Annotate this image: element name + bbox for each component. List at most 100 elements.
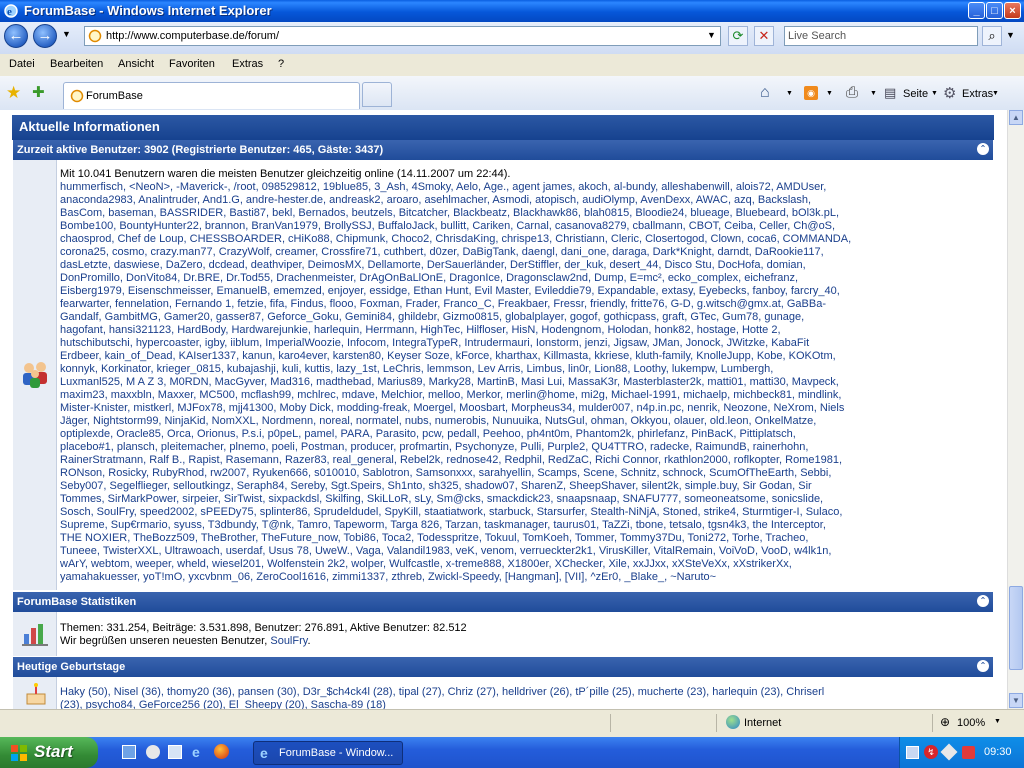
network-icon[interactable] xyxy=(906,746,919,759)
online-user-line[interactable]: RainerStratmann, Ralf B., Rapist, Rasema… xyxy=(60,454,988,467)
taskbar-item-forumbase[interactable]: e ForumBase - Window... xyxy=(253,741,403,765)
ie-quicklaunch-icon[interactable]: e xyxy=(192,744,200,760)
collapse-icon[interactable]: ⌃ xyxy=(977,660,989,672)
tab-forumbase[interactable]: ForumBase xyxy=(63,82,360,109)
online-user-list: hummerfisch, <NeoN>, -Maverick-, /root, … xyxy=(60,181,988,584)
scroll-up-icon[interactable]: ▲ xyxy=(1009,110,1023,125)
search-placeholder: Live Search xyxy=(788,30,847,42)
status-bar xyxy=(0,709,1024,738)
users-group-icon xyxy=(23,362,47,388)
online-user-line[interactable]: yamahakuesser, yoT!mO, yxcvbnm_06, ZeroC… xyxy=(60,571,988,584)
svg-text:e: e xyxy=(7,6,12,18)
start-label: Start xyxy=(34,742,73,761)
online-user-line[interactable]: Sosch, SoulFry, speed2002, sPEEDy75, spl… xyxy=(60,506,988,519)
home-dropdown-icon[interactable]: ▼ xyxy=(786,90,793,97)
explorer-icon[interactable] xyxy=(168,745,182,759)
address-url: http://www.computerbase.de/forum/ xyxy=(106,30,280,42)
zoom-level[interactable]: 100% xyxy=(957,717,985,729)
start-button[interactable]: Start xyxy=(0,737,98,768)
newest-member-prefix: Wir begrüßen unseren neuesten Benutzer, xyxy=(60,635,271,647)
online-user-line[interactable]: hagofant, hansi321123, HardBody, Hardwar… xyxy=(60,324,988,337)
address-field[interactable]: http://www.computerbase.de/forum/ ▼ xyxy=(84,26,721,46)
online-user-line[interactable]: hutschibutschi, hypercoaster, igby, iibl… xyxy=(60,337,988,350)
online-user-line[interactable]: Seby007, Segelflieger, selloutkingz, Ser… xyxy=(60,480,988,493)
print-dropdown-icon[interactable]: ▼ xyxy=(870,90,877,97)
online-user-line[interactable]: Luxmanl525, M A Z 3, M0RDN, MacGyver, Ma… xyxy=(60,376,988,389)
search-input[interactable]: Live Search xyxy=(784,26,978,46)
search-options-icon[interactable]: ▼ xyxy=(1006,30,1015,40)
collapse-icon[interactable]: ⌃ xyxy=(977,595,989,607)
tray-alert-icon[interactable] xyxy=(962,746,975,759)
print-icon[interactable]: ⎙ xyxy=(846,84,858,101)
online-user-line[interactable]: konnyk, Korkinator, krieger_0815, kubaja… xyxy=(60,363,988,376)
online-user-line[interactable]: dasLetzte, daswiese, DaZero, dcdead, dea… xyxy=(60,259,988,272)
search-icon: ⌕ xyxy=(988,28,996,43)
menu-bearbeiten[interactable]: Bearbeiten xyxy=(50,58,103,70)
online-user-line[interactable]: chaosprod, Chef de Loup, CHESSBOARDER, c… xyxy=(60,233,988,246)
tray-app-icon[interactable] xyxy=(940,743,958,761)
menu-favoriten[interactable]: Favoriten xyxy=(169,58,215,70)
online-user-line[interactable]: Erdbeer, kain_of_Dead, KAIser1337, kanun… xyxy=(60,350,988,363)
add-favorite-icon[interactable]: ✚ xyxy=(32,83,45,101)
online-user-line[interactable]: corona25, cosmo, crazy.man77, CrazyWolf,… xyxy=(60,246,988,259)
online-user-line[interactable]: Bombe100, BountyHunter22, brannon, BranV… xyxy=(60,220,988,233)
rss-feed-icon[interactable]: ◉ xyxy=(804,86,818,100)
online-user-line[interactable]: Gandalf, GambitMG, Gamer20, gasser87, Ge… xyxy=(60,311,988,324)
history-dropdown-icon[interactable]: ▼ xyxy=(62,29,71,39)
firefox-icon[interactable] xyxy=(214,744,229,759)
minimize-button[interactable]: _ xyxy=(968,2,985,19)
online-user-line[interactable]: THE NOXIER, TheBozz509, TheBrother, TheF… xyxy=(60,532,988,545)
online-user-line[interactable]: wArY, webtom, weeper, wheld, wiesel201, … xyxy=(60,558,988,571)
active-users-text: Mit 10.041 Benutzern waren die meisten B… xyxy=(60,168,988,584)
vertical-scrollbar[interactable]: ▲ ▼ xyxy=(1007,110,1024,709)
favorites-star-icon[interactable]: ★ xyxy=(6,83,21,103)
menu-extras[interactable]: Extras xyxy=(232,58,263,70)
online-user-line[interactable]: Eisberg1979, Eisenschmeisser, EmanuelB, … xyxy=(60,285,988,298)
refresh-button[interactable]: ⟳ xyxy=(728,26,748,46)
online-user-line[interactable]: Tuneee, TwisterXXL, Ultrawoach, userdaf,… xyxy=(60,545,988,558)
taskbar-item-label: ForumBase - Window... xyxy=(279,747,394,759)
scroll-thumb[interactable] xyxy=(1009,586,1023,670)
feed-dropdown-icon[interactable]: ▼ xyxy=(826,90,833,97)
online-user-line[interactable]: RONson, Rosicky, RubyRhod, rw2007, Ryuke… xyxy=(60,467,988,480)
online-user-line[interactable]: hummerfisch, <NeoN>, -Maverick-, /root, … xyxy=(60,181,988,194)
page-menu-button[interactable]: Seite xyxy=(903,88,928,100)
back-button[interactable]: ← xyxy=(4,24,28,48)
zoom-dropdown-icon[interactable]: ▼ xyxy=(994,718,1001,725)
menu-ansicht[interactable]: Ansicht xyxy=(118,58,154,70)
newest-member-link[interactable]: SoulFry xyxy=(270,635,307,647)
media-player-icon[interactable] xyxy=(146,745,160,759)
online-user-line[interactable]: Tommes, SirMarkPower, sirpeier, SirTwist… xyxy=(60,493,988,506)
online-user-line[interactable]: maxim23, maxxbln, Maxxer, MC500, mcflash… xyxy=(60,389,988,402)
scroll-down-icon[interactable]: ▼ xyxy=(1009,693,1023,708)
online-user-line[interactable]: BasCom, baseman, BASSRIDER, Basti87, bek… xyxy=(60,207,988,220)
tools-dropdown-icon[interactable]: ▼ xyxy=(992,90,999,97)
page-icon xyxy=(70,89,84,103)
new-tab-button[interactable] xyxy=(362,82,392,107)
collapse-icon[interactable]: ⌃ xyxy=(977,143,989,155)
active-users-icon-column xyxy=(13,160,57,590)
menu-datei[interactable]: Datei xyxy=(9,58,35,70)
tab-label: ForumBase xyxy=(86,90,143,102)
maximize-button[interactable]: □ xyxy=(986,2,1003,19)
antivirus-icon[interactable]: ↯ xyxy=(924,745,938,759)
online-user-line[interactable]: Jäger, Nightstorm99, NinjaKid, NomXXL, N… xyxy=(60,415,988,428)
online-user-line[interactable]: DonPromillo, DonVito84, Dr.BRE, Dr.Tod55… xyxy=(60,272,988,285)
search-button[interactable]: ⌕ xyxy=(982,26,1002,46)
internet-zone-icon xyxy=(726,715,740,729)
stop-button[interactable]: ✕ xyxy=(754,26,774,46)
online-user-line[interactable]: anaconda2983, Analintruder, And1.G, andr… xyxy=(60,194,988,207)
address-dropdown-icon[interactable]: ▼ xyxy=(707,30,716,40)
home-icon[interactable]: ⌂ xyxy=(760,84,770,102)
show-desktop-icon[interactable] xyxy=(122,745,136,759)
forward-button[interactable]: → xyxy=(33,24,57,48)
close-button[interactable]: × xyxy=(1004,2,1021,19)
page-dropdown-icon[interactable]: ▼ xyxy=(931,90,938,97)
online-user-line[interactable]: fearwarter, fennelation, Fernando 1, fet… xyxy=(60,298,988,311)
online-user-line[interactable]: placebo#1, plansch, pleitemacher, plnemo… xyxy=(60,441,988,454)
online-user-line[interactable]: Mister-Knister, mistkerl, MJFox78, mjj41… xyxy=(60,402,988,415)
tools-menu-button[interactable]: Extras xyxy=(962,88,993,100)
online-user-line[interactable]: optiplexde, Oracle85, Orca, Orionus, P.s… xyxy=(60,428,988,441)
menu-help[interactable]: ? xyxy=(278,58,284,70)
online-user-line[interactable]: Supreme, Sup€rmario, syuss, T3dbundy, T@… xyxy=(60,519,988,532)
